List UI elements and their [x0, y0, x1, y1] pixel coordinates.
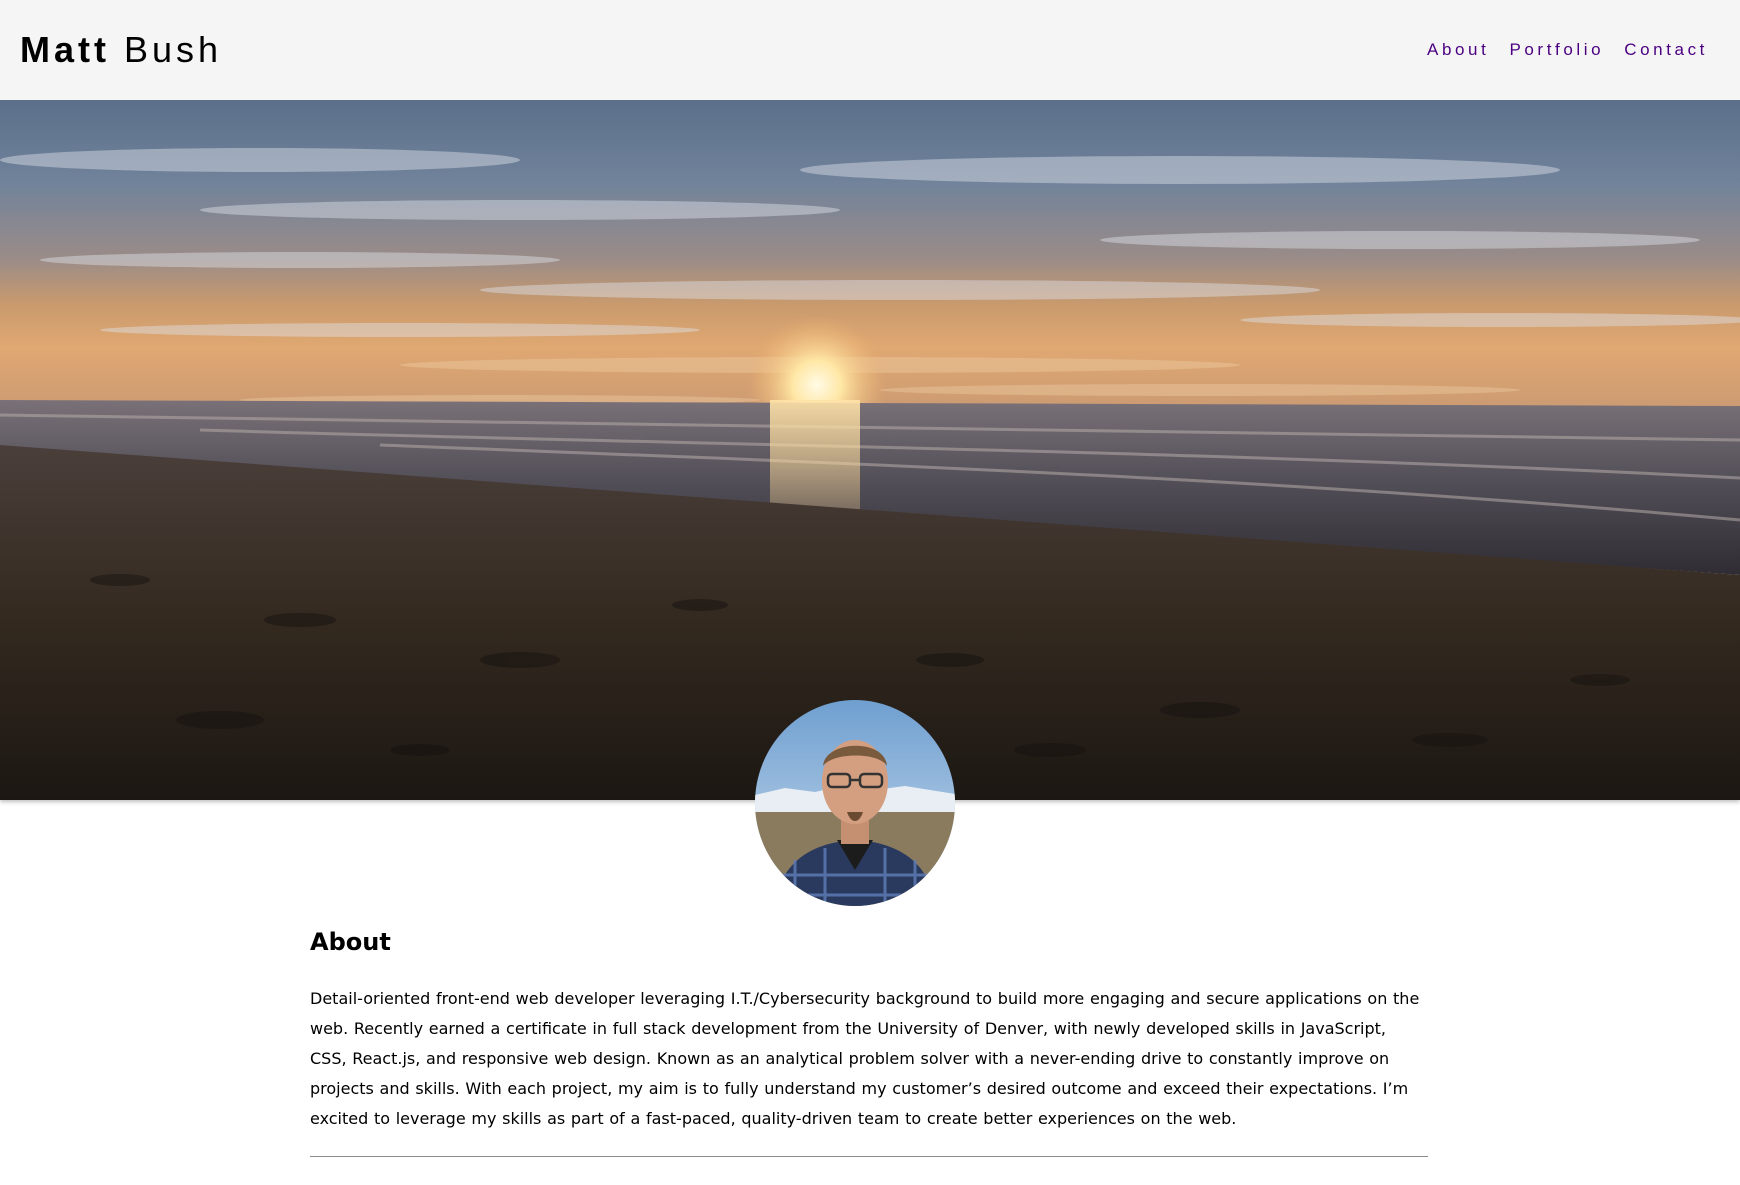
nav-link-portfolio[interactable]: Portfolio	[1509, 39, 1604, 61]
main-nav: About Portfolio Contact	[1427, 39, 1708, 61]
section-divider	[310, 1156, 1428, 1157]
about-heading: About	[310, 928, 391, 956]
nav-link-contact[interactable]: Contact	[1624, 39, 1708, 61]
nav-link-about[interactable]: About	[1427, 39, 1489, 61]
hero-banner-image	[0, 100, 1740, 800]
about-body: Detail-oriented front-end web developer …	[310, 989, 1420, 1128]
brand-last-name: Bush	[124, 29, 223, 70]
about-section: About Detail-oriented front-end web deve…	[310, 920, 1428, 1134]
brand-first-name: Matt	[20, 29, 110, 70]
beach-sunset-photo	[0, 100, 1740, 800]
site-logo[interactable]: Matt Bush	[20, 28, 222, 72]
site-header: Matt Bush About Portfolio Contact	[0, 0, 1740, 100]
profile-avatar	[755, 700, 955, 906]
profile-photo	[755, 700, 955, 906]
